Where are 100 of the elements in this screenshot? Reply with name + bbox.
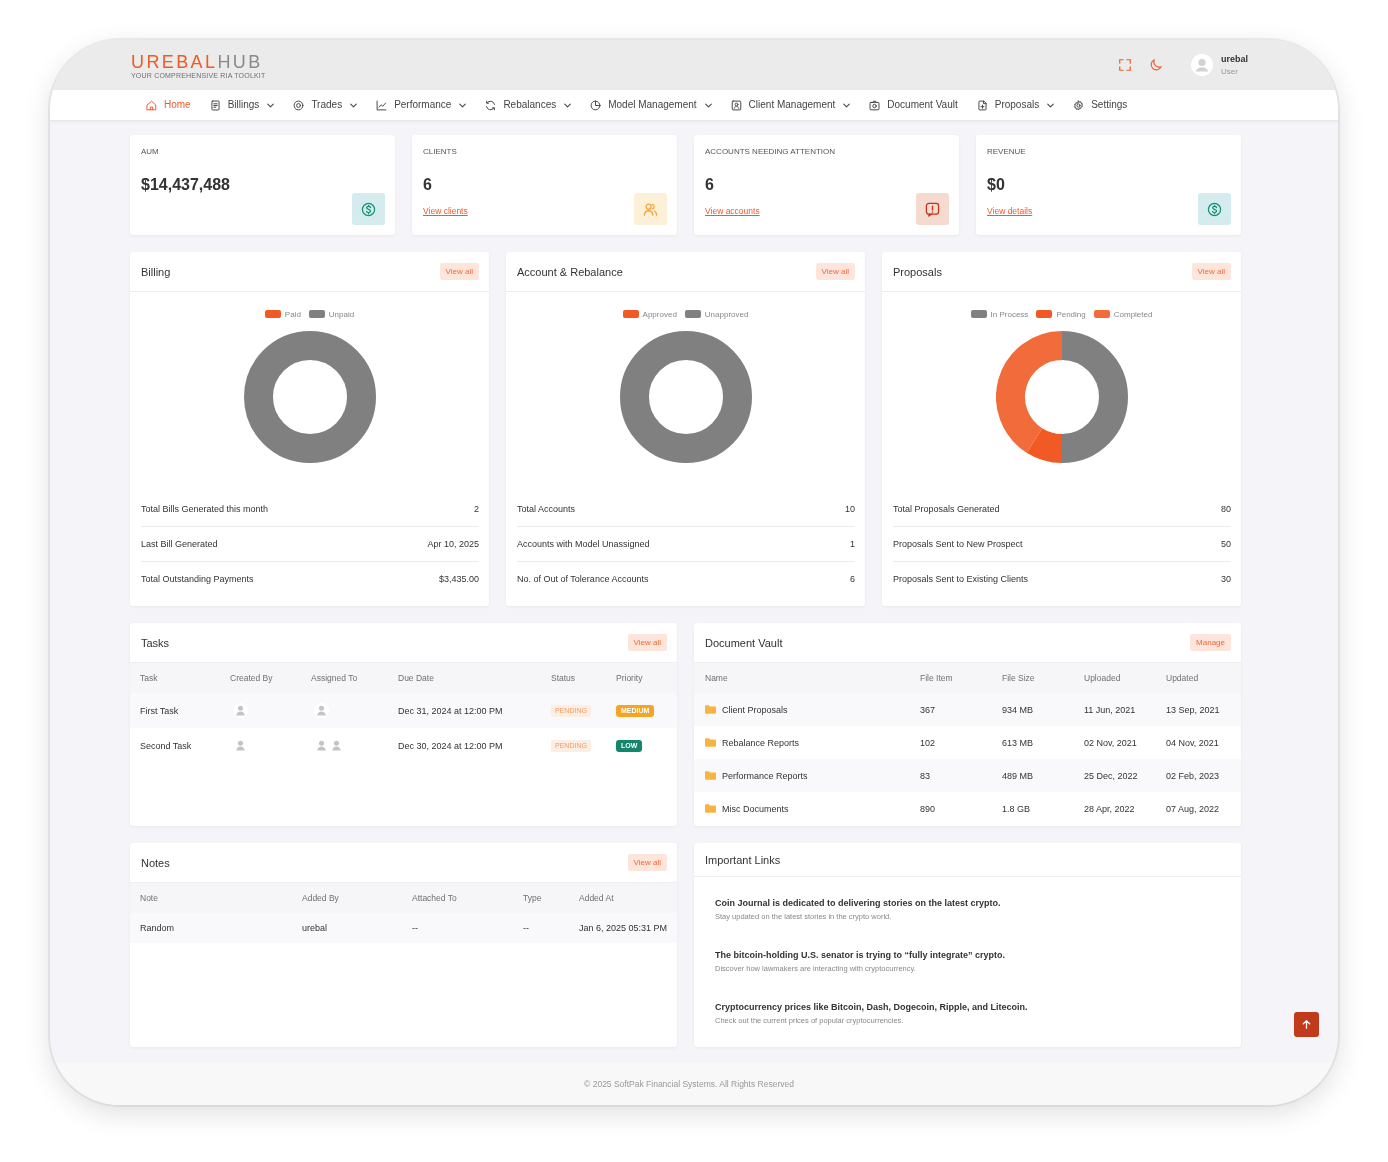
table-cell-text: Random (140, 923, 176, 933)
stat-link[interactable]: View clients (423, 205, 468, 217)
settings-icon (1073, 99, 1085, 111)
people-icon (634, 193, 667, 225)
link-title[interactable]: Coin Journal is dedicated to delivering stories on the latest crypto. (715, 897, 1220, 909)
legend-label: Unpaid (328, 309, 355, 319)
summary-label: Proposals Sent to Existing Clients (893, 574, 1029, 584)
fullscreen-icon[interactable] (1119, 59, 1131, 71)
table-cell-text: First Task (140, 705, 180, 716)
table-cell-text: 11 Jun, 2021 (1084, 704, 1137, 715)
table-cell[interactable]: Performance Reports (722, 770, 808, 781)
legend-label: Unapproved (704, 309, 749, 319)
table-cell-text: 1.8 GB (1002, 803, 1031, 814)
table-cell-text: 25 Dec, 2022 (1084, 770, 1139, 781)
copyright-text: © 2025 SoftPak Financial Systems. All Rights Reserved (584, 1079, 794, 1089)
summary-value: 2 (474, 503, 479, 514)
table-cell-text: 28 Apr, 2022 (1084, 803, 1136, 814)
folder-icon (705, 804, 716, 813)
legend-label: Completed (1113, 309, 1153, 319)
camera-icon (869, 99, 881, 111)
moon-icon[interactable] (1150, 59, 1162, 71)
column-header: File Size (1002, 673, 1036, 683)
summary-label: Total Bills Generated this month (141, 503, 269, 514)
summary-value: 6 (850, 574, 855, 584)
stat-value: 6 (705, 175, 714, 195)
nav-item[interactable]: Rebalances (485, 98, 572, 112)
table-cell-text: Dec 30, 2024 at 12:00 PM (398, 740, 504, 751)
nav-item[interactable]: Settings (1073, 98, 1128, 112)
table-cell[interactable]: Rebalance Reports (722, 737, 800, 748)
table-cell-text: 02 Feb, 2023 (1166, 770, 1221, 781)
column-header: Note (140, 893, 159, 903)
arrow-up-icon (1302, 1020, 1311, 1029)
user-role: User (1221, 66, 1239, 77)
column-header: Assigned To (311, 673, 359, 683)
summary-value: $3,435.00 (438, 574, 479, 584)
refresh-icon (485, 99, 497, 111)
summary-label: Total Outstanding Payments (141, 574, 254, 584)
stat-link[interactable]: View details (987, 205, 1033, 217)
table-cell-text: 890 (920, 803, 937, 814)
nav-item[interactable]: Trades (293, 98, 358, 112)
table-cell[interactable]: Client Proposals (722, 704, 788, 715)
nav-item[interactable]: Document Vault (869, 98, 958, 112)
nav-item[interactable]: Client Management (730, 98, 851, 112)
card-title: Billing (141, 265, 171, 278)
summary-value: 10 (845, 503, 855, 514)
card-title: Tasks (141, 636, 170, 649)
table-cell-text: 07 Aug, 2022 (1166, 803, 1221, 814)
summary-label: Proposals Sent to New Prospect (893, 539, 1023, 549)
dollar-coin-icon (1198, 193, 1231, 225)
summary-value: 30 (1221, 574, 1231, 584)
id-card-icon (730, 99, 742, 111)
user-name: urebal (1221, 53, 1248, 65)
nav-item[interactable]: Performance (376, 98, 467, 112)
table-cell-text: -- (412, 923, 419, 933)
dollar-coin-icon (352, 193, 385, 225)
summary-value: 50 (1221, 539, 1231, 549)
nav-item[interactable]: Billings (209, 98, 275, 112)
document-icon (209, 99, 221, 111)
file-plus-icon (976, 99, 988, 111)
house-icon (146, 99, 157, 111)
table-cell-text: 367 (920, 704, 937, 715)
column-header: Priority (616, 673, 644, 683)
card-title: Notes (141, 856, 170, 869)
avatar-icon (314, 703, 329, 718)
column-header: Type (523, 893, 543, 903)
avatar-icon[interactable] (1191, 54, 1213, 76)
column-header: Due Date (398, 673, 435, 683)
table-cell-text: 102 (920, 737, 937, 748)
card-title: Account & Rebalance (517, 265, 623, 278)
folder-icon (705, 705, 716, 714)
stat-link[interactable]: View accounts (705, 205, 760, 217)
link-title[interactable]: Cryptocurrency prices like Bitcoin, Dash, Dogecoin, Ripple, and Litecoin. (715, 1001, 1220, 1013)
column-header: Added At (579, 893, 615, 903)
summary-value: Apr 10, 2025 (427, 539, 479, 549)
legend-label: Pending (1056, 309, 1086, 319)
summary-label: Last Bill Generated (141, 539, 218, 549)
table-cell-text: 02 Nov, 2021 (1084, 737, 1138, 748)
avatar-icon (233, 703, 248, 718)
column-header: Updated (1166, 673, 1200, 683)
stat-value: 6 (423, 175, 432, 195)
column-header: Name (705, 673, 729, 683)
stat-label: AUM (141, 146, 159, 158)
link-title[interactable]: The bitcoin-holding U.S. senator is trying to “fully integrate” crypto. (715, 949, 1220, 961)
table-cell-text: 04 Nov, 2021 (1166, 737, 1220, 748)
legend-label: Approved (642, 309, 677, 319)
summary-label: Total Accounts (517, 503, 576, 514)
column-header: Attached To (412, 893, 458, 903)
nav-item[interactable]: Model Management (590, 98, 712, 112)
stat-label: ACCOUNTS NEEDING ATTENTION (705, 146, 836, 158)
table-cell[interactable]: Misc Documents (722, 803, 789, 814)
table-cell-text: 613 MB (1002, 737, 1035, 748)
table-cell-text: Jan 6, 2025 05:31 PM (579, 923, 669, 933)
stat-value: $0 (987, 175, 1005, 195)
table-cell-text: -- (523, 923, 530, 933)
card-title: Proposals (893, 265, 942, 278)
nav-item[interactable]: Proposals (976, 98, 1055, 112)
scroll-top-button[interactable] (1294, 1012, 1319, 1037)
table-cell-text: Second Task (140, 740, 193, 751)
table-cell-text: 934 MB (1002, 704, 1035, 715)
folder-icon (705, 738, 716, 747)
